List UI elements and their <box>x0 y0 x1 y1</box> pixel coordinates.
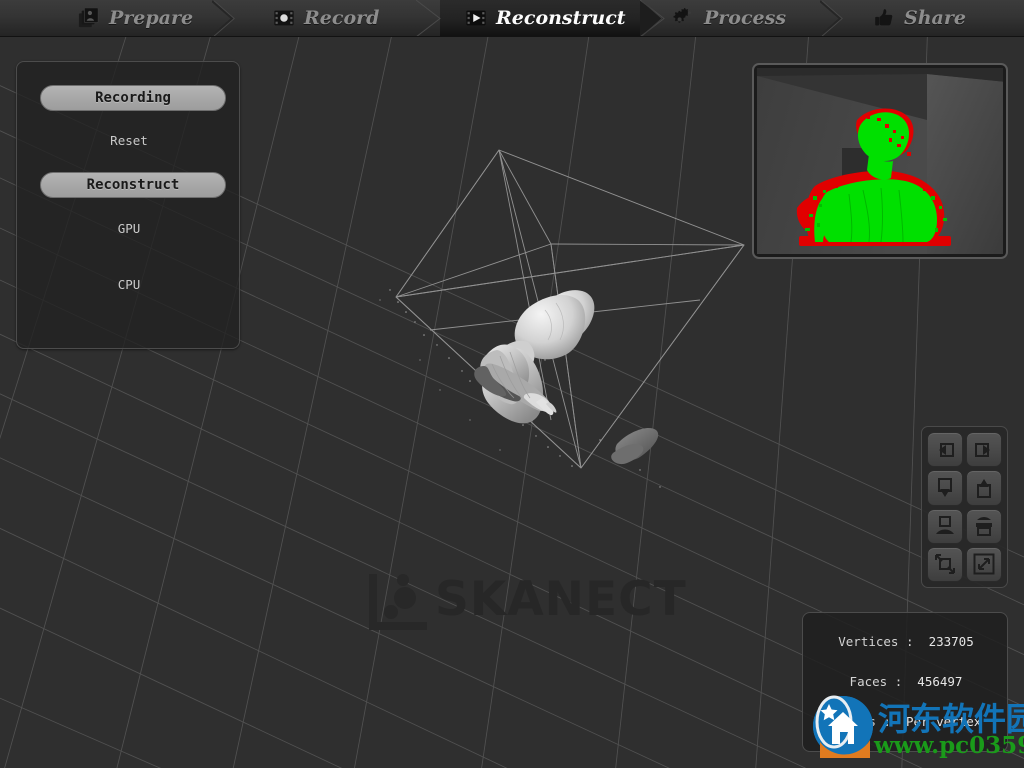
tab-prepare-label: Prepare <box>109 7 194 29</box>
vertices-label: Vertices : <box>838 634 914 649</box>
view-bottom-icon <box>936 516 954 535</box>
film-play-icon <box>466 10 486 26</box>
reconstruct-button[interactable]: Reconstruct <box>40 172 226 198</box>
view-bottom-button[interactable] <box>927 508 963 544</box>
tab-prepare[interactable]: Prepare <box>60 0 193 36</box>
tab-reconstruct-label: Reconstruct <box>496 7 626 29</box>
view-right-icon <box>975 442 990 457</box>
tab-separator-chevron <box>212 0 235 36</box>
cpu-label[interactable]: CPU <box>17 277 241 292</box>
tab-process[interactable]: Process <box>655 0 786 36</box>
main-tab-bar: Prepare Record Reconstruct Process Share <box>0 0 1024 37</box>
zoom-out-icon <box>935 554 955 575</box>
view-orientation-buttons <box>921 426 1008 588</box>
view-back-icon <box>977 478 991 498</box>
preview-render <box>757 68 1003 254</box>
view-right-button[interactable] <box>966 432 1002 468</box>
view-front-button[interactable] <box>927 470 963 506</box>
colors-label: Colors : <box>830 714 891 729</box>
reconstructed-mesh <box>474 290 595 424</box>
tab-share-label: Share <box>904 7 966 29</box>
gpu-label[interactable]: GPU <box>17 221 241 236</box>
depth-sensor-preview[interactable] <box>752 63 1008 259</box>
reconstruct-control-panel: Recording Reset Reconstruct GPU CPU <box>16 61 240 349</box>
tab-reconstruct[interactable]: Reconstruct <box>447 0 626 36</box>
mesh-fragment <box>611 427 659 465</box>
stat-row-colors: Colors : Per vertex <box>803 714 1009 729</box>
tab-record-label: Record <box>304 7 380 29</box>
view-top-icon <box>976 517 992 537</box>
faces-label: Faces : <box>849 674 903 689</box>
gears-icon <box>673 8 691 23</box>
active-tab-chevron-left <box>415 0 441 36</box>
view-left-button[interactable] <box>927 432 963 468</box>
stat-row-vertices: Vertices : 233705 <box>803 634 1009 649</box>
view-front-icon <box>938 477 952 497</box>
view-left-icon <box>939 442 954 457</box>
recording-button[interactable]: Recording <box>40 85 226 111</box>
film-strip-icon <box>274 10 294 26</box>
tab-separator-chevron <box>820 0 843 36</box>
zoom-fit-button[interactable] <box>966 546 1002 582</box>
view-back-button[interactable] <box>966 470 1002 506</box>
faces-value: 456497 <box>917 674 963 689</box>
reset-label[interactable]: Reset <box>17 133 241 148</box>
vertices-value: 233705 <box>928 634 974 649</box>
tab-share[interactable]: Share <box>855 0 966 36</box>
zoom-fit-icon <box>973 553 995 575</box>
colors-value: Per vertex <box>906 714 982 729</box>
tab-process-label: Process <box>704 7 787 29</box>
photos-stack-icon <box>78 7 99 28</box>
tab-record[interactable]: Record <box>255 0 379 36</box>
zoom-out-button[interactable] <box>927 546 963 582</box>
thumbs-up-icon <box>875 9 893 26</box>
mesh-stats-panel: Vertices : 233705 Faces : 456497 Colors … <box>802 612 1008 752</box>
view-top-button[interactable] <box>966 508 1002 544</box>
preview-canvas <box>757 68 1003 254</box>
stat-row-faces: Faces : 456497 <box>803 674 1009 689</box>
